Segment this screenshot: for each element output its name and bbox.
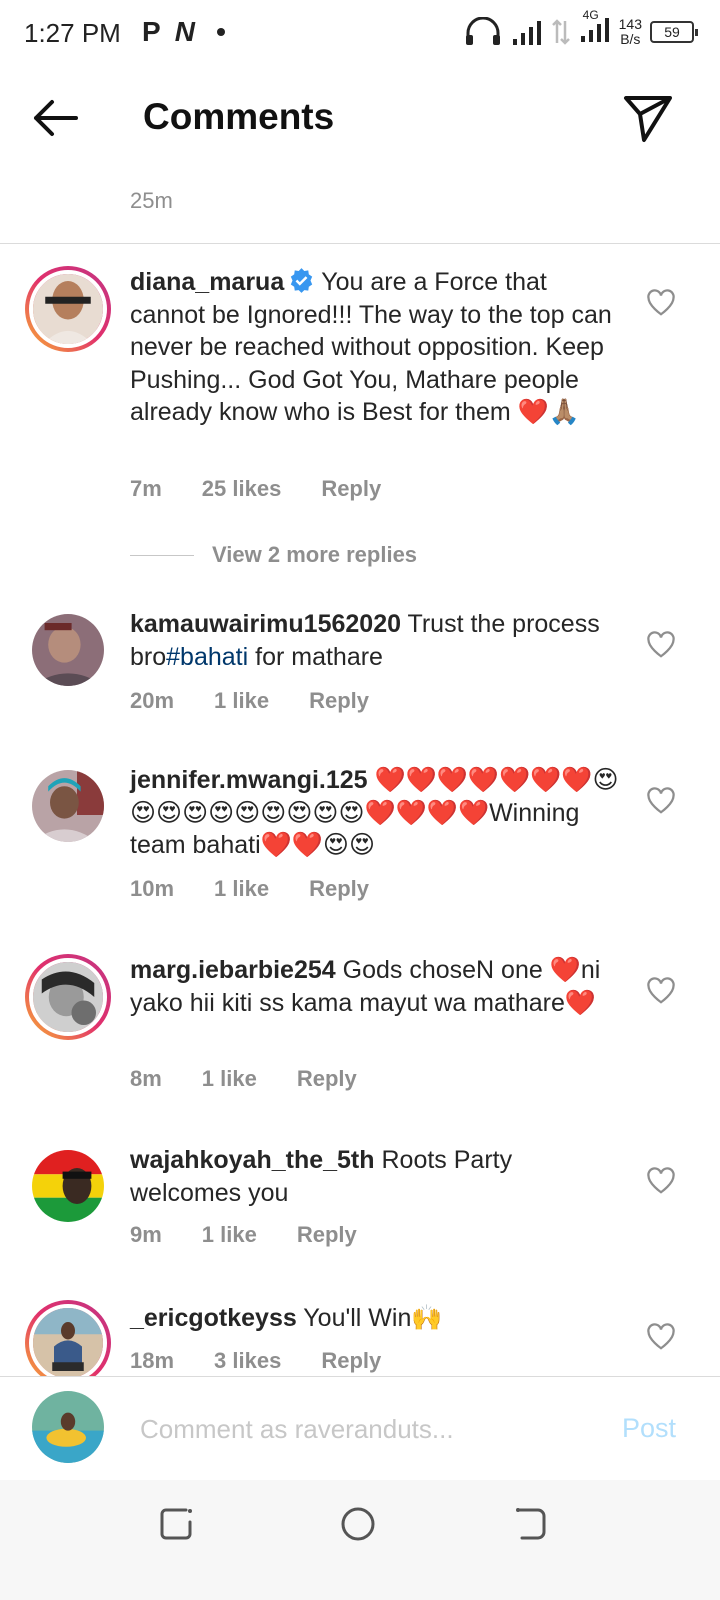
comment-username[interactable]: _ericgotkeyss	[130, 1304, 297, 1332]
avatar-image	[32, 614, 104, 686]
parking-notification-icon: P	[142, 16, 161, 47]
replies-line	[130, 554, 194, 556]
avatar-image	[32, 770, 104, 842]
view-more-replies-button[interactable]: View 2 more replies	[130, 542, 417, 568]
own-avatar	[32, 1391, 104, 1463]
avatar[interactable]	[25, 1300, 111, 1386]
net-speed-unit: B/s	[620, 30, 641, 47]
back-button[interactable]	[26, 88, 86, 148]
comment-body: diana_marua You are a Force that cannot b…	[130, 266, 620, 429]
headphones-icon	[465, 16, 500, 45]
heart-icon[interactable]	[646, 288, 676, 318]
reply-button[interactable]: Reply	[309, 876, 369, 902]
comment-likes[interactable]: 3 likes	[214, 1348, 281, 1374]
avatar[interactable]	[32, 614, 104, 686]
comment-meta: 10m 1 like Reply	[130, 876, 409, 902]
comment-likes[interactable]: 25 likes	[202, 476, 282, 502]
heart-icon[interactable]	[646, 1166, 676, 1196]
comment-text-after: for mathare	[248, 642, 383, 671]
caption-time: 25m	[130, 188, 173, 213]
net-speed-value: 143	[618, 15, 642, 32]
heart-icon[interactable]	[646, 630, 676, 660]
view-replies-text: View 2 more replies	[212, 542, 418, 567]
network-type: 4G	[582, 8, 599, 22]
post-button[interactable]: Post	[622, 1413, 676, 1444]
comment-time: 9m	[130, 1222, 162, 1247]
status-bar: 1:27 PM P N 4G 143 B/s 59	[0, 0, 720, 64]
recents-icon[interactable]	[156, 1502, 200, 1546]
comment-body: wajahkoyah_the_5th Roots Party welcomes …	[130, 1144, 620, 1209]
comment-username[interactable]: kamauwairimu1562020	[130, 610, 401, 638]
comment-username[interactable]: wajahkoyah_the_5th	[130, 1146, 375, 1174]
heart-icon[interactable]	[646, 1322, 676, 1352]
comment-time: 20m	[130, 688, 175, 713]
avatar-image	[33, 1308, 103, 1378]
status-time: 1:27 PM	[24, 18, 121, 48]
comment-input[interactable]	[140, 1409, 570, 1449]
page-title: Comments	[143, 96, 335, 137]
reply-button[interactable]: Reply	[321, 1348, 381, 1374]
comment-likes[interactable]: 1 like	[214, 876, 269, 902]
network-4g: 4G	[579, 8, 611, 49]
more-notifications-icon	[216, 28, 225, 36]
comment-username[interactable]: jennifer.mwangi.125	[130, 766, 368, 794]
news-notification-icon: N	[174, 16, 195, 47]
comment-username[interactable]: marg.iebarbie254	[130, 956, 336, 984]
hashtag-link[interactable]: #bahati	[166, 643, 248, 671]
avatar-image	[32, 1391, 104, 1463]
comment-body: marg.iebarbie254 Gods choseN one ❤️ni ya…	[130, 954, 620, 1019]
avatar[interactable]	[32, 770, 104, 842]
reply-button[interactable]: Reply	[321, 476, 381, 502]
comment-time: 7m	[130, 476, 162, 501]
comment-body: jennifer.mwangi.125 ❤️❤️❤️❤️❤️❤️❤️😍😍😍😍😍😍…	[130, 764, 620, 862]
system-nav-bar	[0, 1480, 720, 1600]
notification-icons: P N	[142, 16, 225, 48]
comment-username[interactable]: diana_marua	[130, 268, 284, 296]
comment-body: kamauwairimu1562020 Trust the process br…	[130, 608, 620, 673]
comment-time: 8m	[130, 1066, 162, 1091]
battery-icon: 59	[650, 20, 698, 43]
reply-button[interactable]: Reply	[309, 688, 369, 714]
data-transfer-icon	[551, 18, 570, 45]
comment-time: 18m	[130, 1348, 175, 1373]
comment-meta: 7m 25 likes Reply	[130, 476, 421, 502]
avatar[interactable]	[32, 1150, 104, 1222]
arrow-left-icon	[34, 100, 78, 136]
comment-meta: 20m 1 like Reply	[130, 688, 409, 714]
comment-meta: 8m 1 like Reply	[130, 1066, 397, 1092]
avatar-image	[32, 1150, 104, 1222]
comment-text: You'll Win🙌	[303, 1304, 443, 1332]
comment-likes[interactable]: 1 like	[202, 1066, 257, 1092]
back-icon[interactable]	[508, 1502, 552, 1546]
comment-meta: 18m 3 likes Reply	[130, 1348, 421, 1374]
avatar-image	[33, 962, 103, 1032]
share-button[interactable]	[618, 88, 678, 148]
heart-icon[interactable]	[646, 786, 676, 816]
heart-icon[interactable]	[646, 976, 676, 1006]
comment-body: _ericgotkeyss You'll Win🙌	[130, 1302, 620, 1335]
avatar[interactable]	[25, 266, 111, 352]
comment-time: 10m	[130, 876, 175, 901]
reply-button[interactable]: Reply	[297, 1222, 357, 1248]
comment-likes[interactable]: 1 like	[214, 688, 269, 714]
network-speed: 143 B/s	[618, 15, 642, 47]
verified-badge-icon	[291, 268, 313, 293]
signal-icon	[512, 20, 541, 45]
caption-divider	[0, 243, 720, 244]
home-icon[interactable]	[336, 1502, 380, 1546]
paper-plane-icon	[624, 96, 672, 142]
avatar[interactable]	[25, 954, 111, 1040]
comment-composer: Post	[0, 1376, 720, 1480]
reply-button[interactable]: Reply	[297, 1066, 357, 1092]
header: Comments	[0, 70, 720, 166]
comment-meta: 9m 1 like Reply	[130, 1222, 397, 1248]
comment-likes[interactable]: 1 like	[202, 1222, 257, 1248]
status-indicators: 4G 143 B/s 59	[463, 8, 698, 49]
avatar-image	[33, 274, 103, 344]
